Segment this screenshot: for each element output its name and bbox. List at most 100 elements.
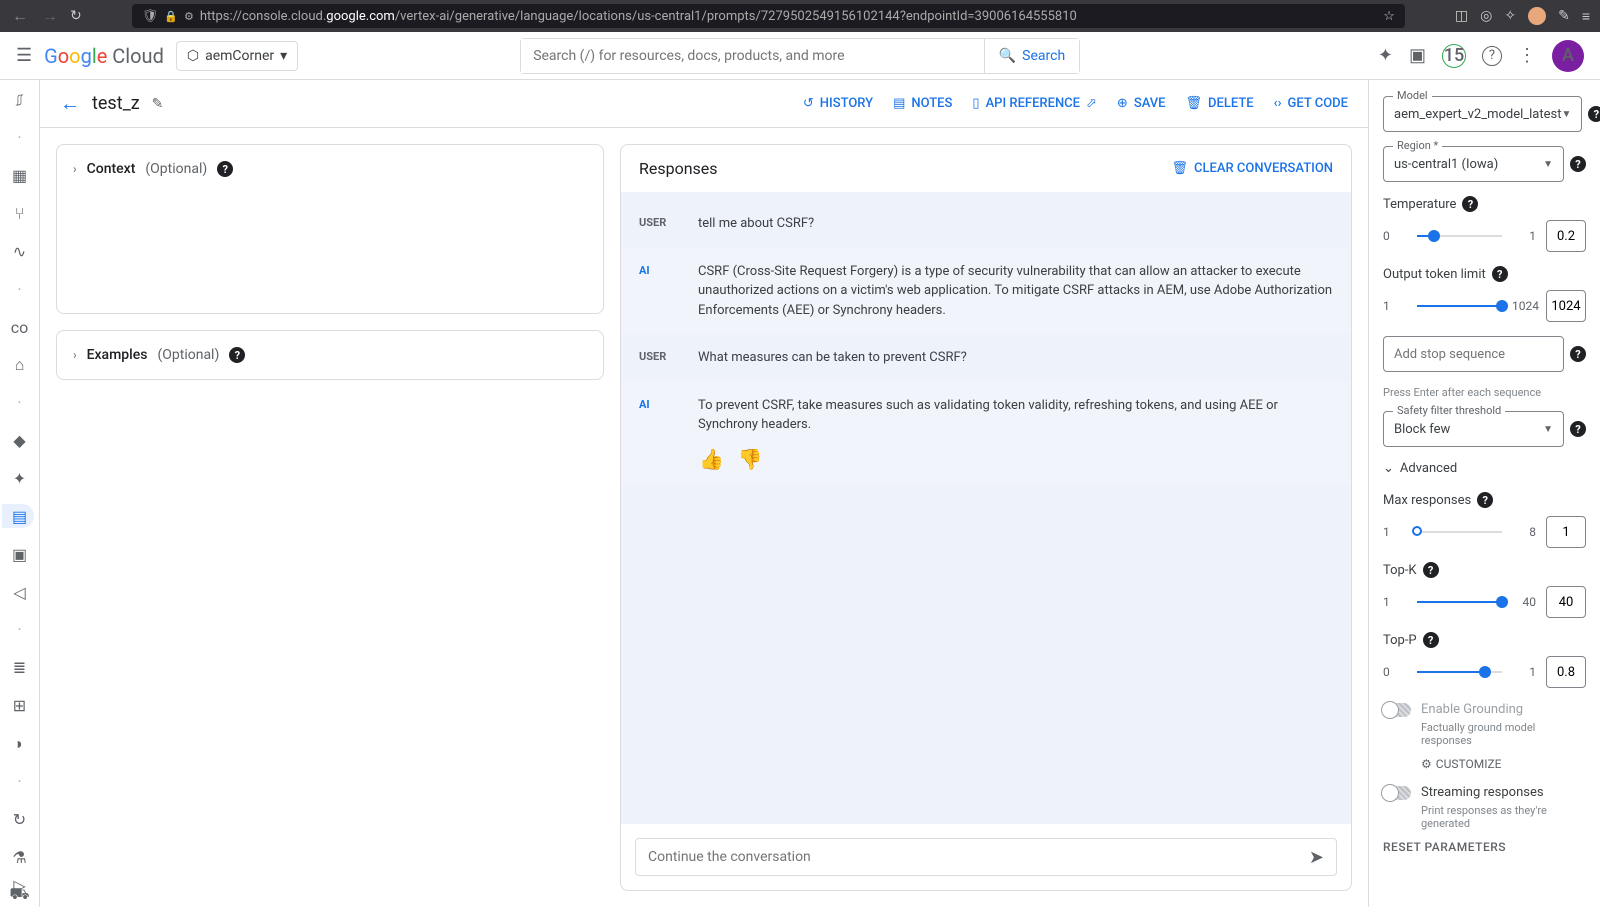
context-header[interactable]: › Context (Optional) ? (73, 161, 587, 177)
chevron-down-icon: ▼ (1543, 159, 1553, 170)
rail-dashboard-icon[interactable]: ▦ (4, 164, 36, 188)
topk-input[interactable] (1546, 586, 1586, 618)
rail-table-icon[interactable]: ⊞ (4, 694, 36, 718)
project-selector[interactable]: ⬡ aemCorner ▾ (176, 41, 298, 71)
edit-title-icon[interactable]: ✎ (152, 96, 164, 112)
rail-expand-icon[interactable]: ▷ (4, 873, 36, 897)
help-icon[interactable]: ? (1570, 156, 1586, 172)
back-icon[interactable]: ← (10, 6, 30, 26)
cloud-shell-icon[interactable]: ▣ (1409, 45, 1426, 66)
chat-input-wrapper: ➤ (635, 838, 1337, 876)
help-icon[interactable]: ? (1570, 421, 1586, 437)
star-icon[interactable]: ☆ (1383, 9, 1395, 24)
extensions-icon[interactable]: ✧ (1504, 8, 1516, 24)
topk-label: Top-K? (1383, 562, 1586, 578)
help-icon[interactable]: ? (1423, 632, 1439, 648)
gemini-icon[interactable]: ✦ (1378, 45, 1393, 66)
help-icon[interactable]: ? (1477, 492, 1493, 508)
help-icon[interactable]: ? (217, 161, 233, 177)
forward-icon[interactable]: → (40, 6, 60, 26)
safety-select[interactable]: Safety filter threshold Block few ▼ (1383, 411, 1564, 447)
history-button[interactable]: ↺HISTORY (803, 96, 873, 111)
max-responses-slider[interactable] (1417, 531, 1502, 533)
chat-input[interactable] (648, 849, 1309, 865)
profile-icon[interactable] (1528, 7, 1546, 25)
rail-stack-icon[interactable]: ≣ (4, 656, 36, 680)
search-input[interactable] (521, 39, 984, 73)
topp-slider[interactable] (1417, 671, 1502, 673)
help-icon[interactable]: ? (1482, 46, 1502, 66)
slider-max: 1024 (1512, 299, 1536, 313)
rail-speech-icon[interactable]: ◁ (4, 580, 36, 604)
slider-min: 1 (1383, 525, 1407, 539)
thumbs-up-icon[interactable]: 👍 (699, 447, 724, 471)
message-text: tell me about CSRF? (698, 214, 1333, 234)
menu-icon[interactable]: ≡ (1582, 8, 1590, 25)
gcp-header: ☰ Google Cloud ⬡ aemCorner ▾ 🔍Search ✦ ▣… (0, 32, 1600, 80)
url-bar[interactable]: 🛡 🔒 ⚙ https://console.cloud.google.com/v… (132, 4, 1405, 28)
google-cloud-logo[interactable]: Google Cloud (44, 44, 164, 68)
rail-tag-icon[interactable]: ◗ (4, 732, 36, 756)
search-button[interactable]: 🔍Search (984, 39, 1079, 73)
rail-overview-icon[interactable]: ⎎ (4, 88, 36, 112)
customize-button[interactable]: ⚙CUSTOMIZE (1421, 757, 1586, 771)
examples-panel: › Examples (Optional) ? (56, 330, 604, 380)
rail-language-icon[interactable]: ▤ (2, 504, 34, 528)
stop-sequence-input[interactable] (1383, 336, 1564, 372)
rail-diamond-icon[interactable]: ◆ (4, 429, 36, 453)
help-icon[interactable]: ? (1423, 562, 1439, 578)
max-responses-input[interactable] (1546, 516, 1586, 548)
api-reference-button[interactable]: ▯API REFERENCE ⬀ (972, 96, 1097, 111)
rail-colab-icon[interactable]: co (4, 315, 36, 339)
reset-parameters-button[interactable]: RESET PARAMETERS (1383, 840, 1586, 854)
streaming-toggle[interactable] (1383, 786, 1411, 800)
rail-dot: • (4, 126, 36, 150)
grounding-toggle[interactable] (1383, 703, 1411, 717)
reload-icon[interactable]: ↻ (70, 8, 82, 24)
get-code-button[interactable]: ‹›GET CODE (1274, 96, 1348, 111)
temperature-input[interactable] (1546, 220, 1586, 252)
rail-sync-icon[interactable]: ↻ (4, 807, 36, 831)
rail-dot: • (4, 277, 36, 301)
token-limit-input[interactable] (1546, 290, 1586, 322)
hamburger-icon[interactable]: ☰ (16, 45, 32, 66)
page-title: test_z (92, 93, 140, 114)
rail-workbench-icon[interactable]: ⌂ (4, 353, 36, 377)
help-icon[interactable]: ? (1492, 266, 1508, 282)
region-select[interactable]: Region * us-central1 (Iowa) ▼ (1383, 146, 1564, 182)
thumbs-down-icon[interactable]: 👎 (738, 447, 763, 471)
rail-pipelines-icon[interactable]: ⑂ (4, 202, 36, 226)
account-icon[interactable]: ◎ (1480, 8, 1492, 24)
help-icon[interactable]: ? (1570, 346, 1586, 362)
region-label: Region * (1393, 139, 1442, 152)
clear-conversation-button[interactable]: 🗑CLEAR CONVERSATION (1172, 161, 1333, 176)
notes-button[interactable]: ▤NOTES (893, 96, 952, 111)
send-icon[interactable]: ➤ (1309, 847, 1324, 868)
help-icon[interactable]: ? (229, 347, 245, 363)
model-select[interactable]: Model aem_expert_v2_model_latest ▼ (1383, 96, 1582, 132)
trial-badge[interactable]: 15 (1442, 44, 1466, 68)
examples-header[interactable]: › Examples (Optional) ? (73, 347, 587, 363)
rail-flask-icon[interactable]: ⚗ (4, 845, 36, 869)
user-avatar[interactable]: A (1552, 40, 1584, 72)
topp-input[interactable] (1546, 656, 1586, 688)
advanced-toggle[interactable]: ⌄Advanced (1383, 461, 1586, 476)
rail-training-icon[interactable]: ∿ (4, 239, 36, 263)
token-limit-slider[interactable] (1417, 305, 1502, 307)
rail-plus-icon[interactable]: ✦ (4, 467, 36, 491)
code-icon: ‹› (1274, 96, 1282, 111)
back-button[interactable]: ← (60, 91, 80, 116)
pocket-icon[interactable]: ◫ (1455, 8, 1468, 24)
delete-button[interactable]: 🗑DELETE (1186, 96, 1254, 111)
temperature-label: Temperature? (1383, 196, 1586, 212)
more-icon[interactable]: ⋮ (1518, 45, 1536, 66)
rail-vision-icon[interactable]: ▣ (4, 542, 36, 566)
edit-icon[interactable]: ✎ (1558, 8, 1570, 24)
slider-max: 40 (1512, 595, 1536, 609)
help-icon[interactable]: ? (1588, 106, 1600, 122)
topk-slider[interactable] (1417, 601, 1502, 603)
help-icon[interactable]: ? (1462, 196, 1478, 212)
save-button[interactable]: ⊕SAVE (1117, 96, 1166, 111)
temperature-slider[interactable] (1417, 235, 1502, 237)
notes-icon: ▤ (893, 96, 905, 111)
